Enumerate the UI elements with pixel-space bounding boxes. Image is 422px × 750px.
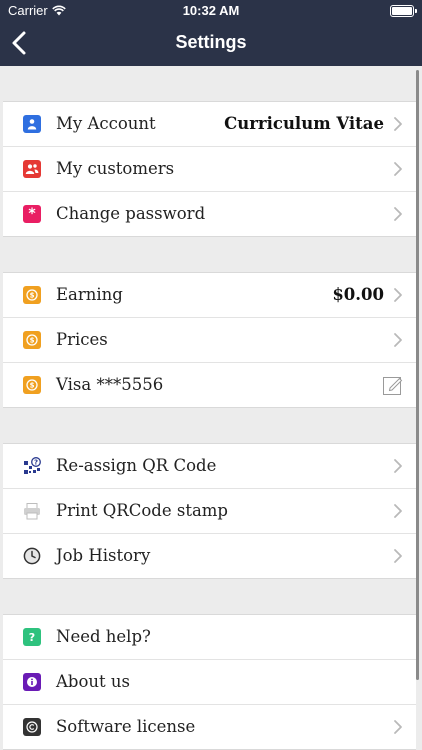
dollar-icon: $ xyxy=(23,286,41,304)
print-qr-label: Print QRCode stamp xyxy=(56,501,228,520)
need-help-row[interactable]: ? Need help? xyxy=(3,615,416,660)
earning-label: Earning xyxy=(56,285,123,304)
copyright-icon xyxy=(23,718,41,736)
about-us-label: About us xyxy=(56,672,131,691)
clock-icon xyxy=(23,547,41,565)
qr-group: ? Re-assign QR Code Print QRCode stamp J… xyxy=(3,443,416,579)
visa-label: Visa ***5556 xyxy=(56,375,164,394)
chevron-right-icon xyxy=(394,207,402,221)
question-icon: ? xyxy=(23,628,41,646)
chevron-right-icon xyxy=(394,720,402,734)
qr-code-icon: ? xyxy=(23,457,41,475)
support-group: ? Need help? About us Software license xyxy=(3,614,416,750)
job-history-row[interactable]: Job History xyxy=(3,534,416,578)
about-us-row[interactable]: About us xyxy=(3,660,416,705)
visa-row[interactable]: $ Visa ***5556 xyxy=(3,363,416,407)
reassign-qr-label: Re-assign QR Code xyxy=(56,456,217,475)
chevron-right-icon xyxy=(394,504,402,518)
chevron-right-icon xyxy=(394,333,402,347)
page-title: Settings xyxy=(175,32,247,52)
software-license-row[interactable]: Software license xyxy=(3,705,416,749)
my-account-label: My Account xyxy=(56,114,156,133)
my-account-value: Curriculum Vitae xyxy=(224,114,384,133)
software-license-label: Software license xyxy=(56,717,196,736)
my-customers-label: My customers xyxy=(56,159,175,178)
dollar-icon: $ xyxy=(23,376,41,394)
change-password-row[interactable]: * Change password xyxy=(3,192,416,236)
edit-icon[interactable] xyxy=(382,374,404,396)
earning-value: $0.00 xyxy=(332,285,384,304)
need-help-label: Need help? xyxy=(56,627,151,646)
info-icon xyxy=(23,673,41,691)
change-password-label: Change password xyxy=(56,204,206,223)
chevron-right-icon xyxy=(394,459,402,473)
status-bar: Carrier 10:32 AM xyxy=(0,0,422,22)
battery-icon xyxy=(390,5,417,17)
settings-list[interactable]: My Account Curriculum Vitae My customers… xyxy=(0,66,422,750)
person-icon xyxy=(23,115,41,133)
scrollbar[interactable] xyxy=(416,70,419,680)
print-qr-row[interactable]: Print QRCode stamp xyxy=(3,489,416,534)
prices-label: Prices xyxy=(56,330,108,349)
my-customers-row[interactable]: My customers xyxy=(3,147,416,192)
printer-icon xyxy=(23,502,41,520)
chevron-right-icon xyxy=(394,288,402,302)
navigation-bar: Carrier 10:32 AM Settings xyxy=(0,0,422,66)
asterisk-icon: * xyxy=(23,205,41,223)
status-time: 10:32 AM xyxy=(182,3,240,18)
my-account-row[interactable]: My Account Curriculum Vitae xyxy=(3,102,416,147)
earning-row[interactable]: $ Earning $0.00 xyxy=(3,273,416,318)
svg-text:$: $ xyxy=(30,292,35,300)
chevron-right-icon xyxy=(394,549,402,563)
svg-text:?: ? xyxy=(34,459,38,467)
payment-group: $ Earning $0.00 $ Prices $ Visa ***5556 xyxy=(3,272,416,408)
chevron-right-icon xyxy=(394,162,402,176)
dollar-icon: $ xyxy=(23,331,41,349)
job-history-label: Job History xyxy=(56,546,151,565)
chevron-right-icon xyxy=(394,117,402,131)
svg-text:$: $ xyxy=(30,382,35,390)
customers-icon xyxy=(23,160,41,178)
svg-text:$: $ xyxy=(30,337,35,345)
reassign-qr-row[interactable]: ? Re-assign QR Code xyxy=(3,444,416,489)
account-group: My Account Curriculum Vitae My customers… xyxy=(3,101,416,237)
prices-row[interactable]: $ Prices xyxy=(3,318,416,363)
